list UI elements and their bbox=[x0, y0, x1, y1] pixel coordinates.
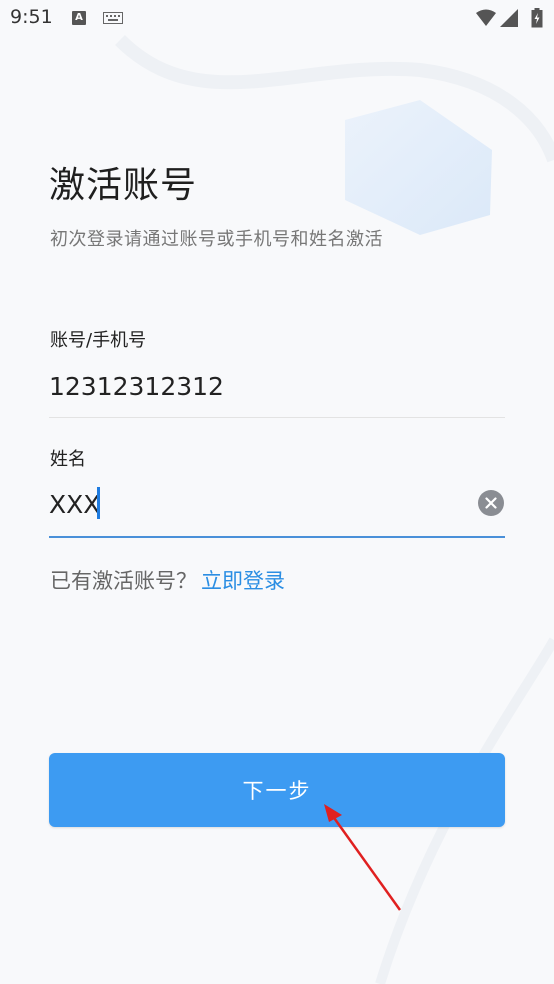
keyboard-icon bbox=[103, 12, 123, 24]
account-input[interactable] bbox=[49, 364, 505, 408]
login-hint-text: 已有激活账号？ bbox=[50, 569, 197, 593]
page-subtitle: 初次登录请通过账号或手机号和姓名激活 bbox=[50, 229, 383, 250]
name-input[interactable] bbox=[49, 482, 469, 526]
clear-name-button[interactable] bbox=[478, 490, 504, 516]
status-bar: 9:51 A bbox=[0, 0, 554, 38]
close-icon bbox=[485, 497, 497, 509]
page-title: 激活账号 bbox=[49, 165, 198, 206]
account-label: 账号/手机号 bbox=[50, 330, 147, 351]
wifi-icon bbox=[476, 9, 496, 26]
next-step-button[interactable]: 下一步 bbox=[49, 753, 505, 827]
name-underline bbox=[49, 536, 505, 538]
text-cursor bbox=[97, 487, 100, 519]
name-label: 姓名 bbox=[50, 449, 86, 470]
signal-icon bbox=[500, 9, 518, 27]
a-notification-icon: A bbox=[72, 11, 86, 25]
battery-icon bbox=[531, 8, 543, 28]
account-underline bbox=[49, 417, 505, 418]
login-link[interactable]: 立即登录 bbox=[201, 569, 285, 593]
status-time: 9:51 bbox=[10, 6, 53, 28]
login-hint: 已有激活账号？ 立即登录 bbox=[50, 565, 285, 595]
